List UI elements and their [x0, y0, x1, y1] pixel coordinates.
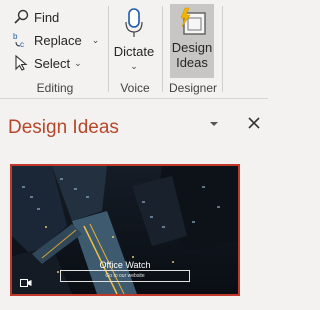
svg-text:c: c	[20, 40, 24, 49]
group-separator	[222, 6, 223, 92]
video-icon	[20, 279, 32, 287]
microphone-icon	[125, 8, 143, 37]
svg-text:b: b	[13, 32, 18, 41]
pane-options-icon[interactable]	[208, 119, 220, 129]
dictate-button[interactable]: Dictate ⌄	[112, 8, 156, 74]
group-separator	[108, 6, 109, 92]
find-icon	[14, 9, 29, 24]
group-separator	[162, 6, 163, 92]
ribbon: Find b c Replace ⌄ Select ⌄ Editing Dict…	[0, 0, 268, 99]
close-icon[interactable]	[246, 115, 262, 131]
thumbnail-title: Office Watch	[99, 260, 151, 270]
editing-group-label: Editing	[36, 81, 74, 95]
chevron-down-icon[interactable]: ⌄	[74, 58, 82, 69]
select-button[interactable]: Select ⌄	[12, 53, 82, 73]
replace-icon: b c	[13, 32, 24, 49]
replace-button[interactable]: b c Replace ⌄	[12, 30, 99, 50]
pane-title: Design Ideas	[8, 117, 119, 138]
find-label: Find	[34, 9, 60, 25]
find-button[interactable]: Find	[12, 7, 59, 27]
design-idea-thumbnail[interactable]: Office Watch Go to our website	[10, 164, 240, 296]
select-icon	[15, 54, 28, 71]
select-label: Select	[34, 55, 71, 71]
design-ideas-icon	[180, 7, 206, 35]
design-ideas-label-line1: Design	[171, 40, 213, 55]
chevron-down-icon[interactable]: ⌄	[92, 35, 100, 46]
replace-label: Replace	[34, 32, 82, 48]
design-ideas-button[interactable]: Design Ideas	[170, 4, 214, 78]
chevron-down-icon[interactable]: ⌄	[112, 59, 156, 74]
designer-group-label: Designer	[168, 81, 218, 95]
design-ideas-label-line2: Ideas	[176, 55, 208, 70]
dictate-label: Dictate	[113, 44, 155, 59]
voice-group-label: Voice	[120, 81, 150, 95]
design-ideas-pane: Design Ideas Office Watch Go to our webs…	[0, 99, 268, 310]
thumbnail-subtitle: Go to our website	[60, 270, 190, 282]
